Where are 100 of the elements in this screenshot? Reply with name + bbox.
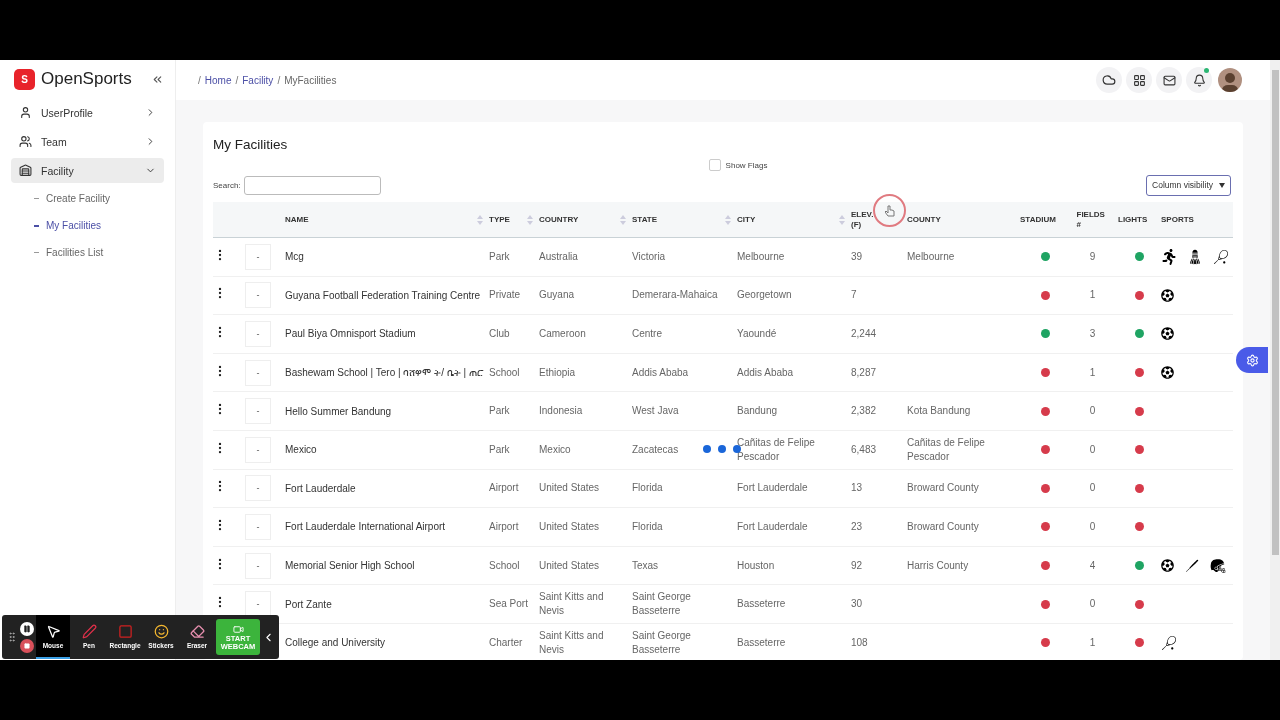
- column-header: FIELDS #: [1076, 209, 1106, 230]
- name-cell: Fort Lauderdale: [285, 482, 356, 494]
- city-cell: Yaoundé: [737, 327, 777, 341]
- name-cell: Bashewam School | Tero | ባሸዋሞ ት/ ቤት | ጠሮ: [285, 366, 484, 379]
- country-cell-text: Saint Kitts and Nevis: [539, 590, 605, 619]
- name-cell: Memorial Senior High School: [285, 560, 415, 572]
- type-cell: Club: [489, 327, 510, 341]
- state-cell: Centre: [632, 327, 662, 341]
- type-cell: Park: [489, 442, 510, 457]
- city-cell: Basseterre: [737, 635, 786, 650]
- fields-cell: 0: [1089, 442, 1096, 457]
- name-cell: Paul Biya Omnisport Stadium: [285, 328, 416, 340]
- country-cell: Indonesia: [539, 404, 583, 419]
- users-icon: [19, 135, 32, 148]
- stop-button[interactable]: [20, 638, 34, 653]
- breadcrumb-link[interactable]: Home: [204, 74, 232, 86]
- thumbnail: -: [245, 243, 271, 270]
- grip-icon[interactable]: [6, 631, 18, 643]
- city-cell-text: Cañitas de Felipe Pescador: [737, 435, 816, 464]
- elevation-cell: 13: [851, 481, 863, 496]
- racket-icon: [1213, 248, 1229, 265]
- scrollbar-thumb[interactable]: [1271, 70, 1279, 555]
- square-icon: [117, 623, 133, 639]
- sidebar-item[interactable]: Facility: [11, 158, 164, 183]
- caret-down-icon: [1219, 182, 1225, 188]
- column-header[interactable]: STATE: [632, 215, 725, 224]
- mail-button[interactable]: [1156, 67, 1182, 93]
- country-cell: Ethiopia: [539, 365, 576, 380]
- thumbnail: -: [245, 436, 271, 463]
- checkbox-label: Show Flags: [725, 160, 768, 170]
- country-cell: Guyana: [539, 288, 575, 303]
- show-flags-checkbox[interactable]: [708, 159, 721, 171]
- thumbnail: -: [245, 321, 271, 347]
- type-cell: School: [489, 365, 520, 380]
- type-cell: Sea Port: [489, 597, 528, 612]
- fields-cell: 0: [1089, 404, 1096, 419]
- bat-icon: [1184, 557, 1200, 574]
- submenu-item[interactable]: Create Facility: [11, 185, 164, 212]
- thumbnail: -: [245, 475, 271, 502]
- elevation-cell: 8,287: [851, 365, 877, 380]
- grid-icon: [1132, 73, 1146, 87]
- fields-cell: 0: [1089, 481, 1096, 496]
- racket-icon: [1161, 634, 1177, 651]
- pause-icon: [23, 624, 31, 633]
- submenu-item[interactable]: My Facilities: [11, 212, 164, 239]
- apps-button[interactable]: [1126, 67, 1152, 93]
- name-cell: Guyana Football Federation Training Centre: [285, 289, 481, 301]
- city-cell: Basseterre: [737, 597, 786, 612]
- fields-cell: 3: [1089, 327, 1096, 341]
- cursor-icon: [45, 623, 61, 639]
- type-cell: Airport: [489, 481, 519, 496]
- state-cell: Addis Ababa: [632, 365, 689, 380]
- logo: S: [14, 68, 35, 90]
- type-cell: Park: [489, 249, 510, 264]
- county-cell: Melbourne: [907, 249, 955, 264]
- column-visibility-button[interactable]: Column visibility: [1146, 174, 1231, 196]
- column-header[interactable]: NAME: [285, 215, 477, 224]
- county-cell-text: Cañitas de Felipe Pescador: [907, 435, 986, 464]
- elevation-cell: 2,244: [851, 327, 877, 341]
- column-header[interactable]: TYPE: [489, 215, 527, 224]
- state-cell: Victoria: [632, 249, 666, 264]
- county-cell: Broward County: [907, 519, 979, 534]
- state-cell: Zacatecas: [632, 442, 679, 457]
- elevation-cell: 2,382: [851, 404, 877, 419]
- column-header[interactable]: CITY: [737, 215, 839, 224]
- state-cell: Florida: [632, 481, 663, 496]
- submenu-item[interactable]: Facilities List: [11, 239, 164, 266]
- name-cell: Fort Lauderdale International Airport: [285, 521, 446, 533]
- type-cell: Park: [489, 404, 510, 419]
- avatar[interactable]: [1218, 68, 1242, 92]
- elevation-cell: 30: [851, 597, 863, 612]
- fields-cell: 1: [1089, 365, 1096, 380]
- column-header: ELEV. (F): [851, 209, 875, 230]
- search-field[interactable]: [243, 175, 381, 195]
- city-cell: Georgetown: [737, 288, 792, 303]
- search-label: Search:: [213, 180, 241, 190]
- column-header: STADIUM: [1020, 215, 1057, 224]
- country-cell: Cameroon: [539, 327, 586, 341]
- column-header: LIGHTS: [1118, 215, 1149, 224]
- pause-button[interactable]: [20, 621, 34, 636]
- sidebar-item[interactable]: UserProfile: [11, 100, 164, 125]
- city-cell: Houston: [737, 558, 775, 573]
- notifications-button[interactable]: [1186, 67, 1212, 93]
- name-cell: Mexico: [285, 444, 317, 456]
- type-cell: School: [489, 558, 520, 573]
- brand-name: OpenSports: [41, 69, 133, 89]
- city-cell: Fort Lauderdale: [737, 481, 808, 496]
- column-header[interactable]: COUNTRY: [539, 215, 620, 224]
- settings-button[interactable]: [1236, 347, 1268, 373]
- breadcrumb-link[interactable]: Facility: [242, 74, 274, 86]
- name-cell: Hello Summer Bandung: [285, 405, 392, 417]
- sidebar-item[interactable]: Team: [11, 129, 164, 154]
- pen-icon: [81, 623, 97, 639]
- bell-icon: [1192, 73, 1206, 87]
- fields-cell: 4: [1089, 558, 1096, 573]
- cloud-icon: [1102, 73, 1116, 87]
- shuttlecock-icon: [1187, 248, 1203, 265]
- cloud-button[interactable]: [1096, 67, 1122, 93]
- city-cell: Addis Ababa: [737, 365, 794, 380]
- county-cell: Broward County: [907, 481, 979, 496]
